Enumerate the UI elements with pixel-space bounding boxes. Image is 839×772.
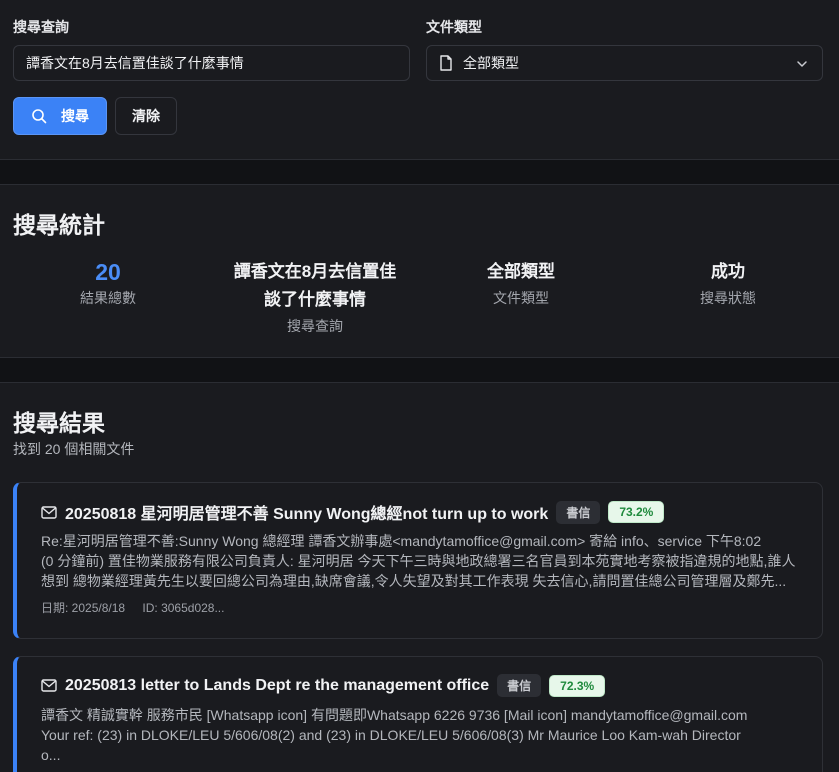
result-title[interactable]: 20250818 星河明居管理不善 Sunny Wong總經not turn u… <box>65 500 548 524</box>
stat-total-label: 結果總數 <box>80 290 136 306</box>
snippet-line: Re:星河明居管理不善:Sunny Wong 總經理 譚香文辦事處<mandyt… <box>41 533 762 549</box>
stat-total-value: 20 <box>95 259 121 285</box>
result-date: 日期: 2025/8/18 <box>41 601 126 615</box>
result-meta: 日期: 2025/8/18 ID: 3065d028... <box>41 599 224 616</box>
snippet-line: Your ref: (23) in DLOKE/LEU 5/606/08(2) … <box>41 727 741 743</box>
search-input-value: 譚香文在8月去信置佳談了什麼事情 <box>26 55 244 71</box>
search-panel: 搜尋查詢 譚香文在8月去信置佳談了什麼事情 文件類型 全部類型 搜尋 清除 <box>0 0 839 160</box>
search-button-label: 搜尋 <box>61 108 89 124</box>
stats-title: 搜尋統計 <box>13 212 105 238</box>
stat-query-value-line2: 談了什麼事情 <box>264 290 366 309</box>
stat-status-label: 搜尋狀態 <box>700 290 756 306</box>
stat-doc-type-value: 全部類型 <box>487 262 555 281</box>
type-label: 文件類型 <box>426 19 482 35</box>
type-select[interactable]: 全部類型 <box>426 45 823 81</box>
snippet-line: (0 分鐘前) 置佳物業服務有限公司負責人: 星河明居 今天下午三時與地政總署三… <box>41 553 796 569</box>
snippet-line: 想到 總物業經理黃先生以要回總公司為理由,缺席會議,令人失望及對其工作表現 失去… <box>41 573 787 589</box>
stat-total-results: 20 結果總數 <box>28 258 188 308</box>
search-icon <box>32 109 47 124</box>
result-card-header: 20250813 letter to Lands Dept re the man… <box>41 674 606 697</box>
result-card[interactable]: 20250813 letter to Lands Dept re the man… <box>13 656 823 772</box>
result-id: ID: 3065d028... <box>142 601 225 615</box>
stat-status-value: 成功 <box>711 262 745 281</box>
results-count: 找到 20 個相關文件 <box>13 441 135 457</box>
score-badge: 72.3% <box>549 674 606 697</box>
result-snippet: 譚香文 精誠實幹 服務市民 [Whatsapp icon] 有問題即Whatsa… <box>41 705 811 765</box>
document-icon <box>440 55 452 71</box>
clear-button-label: 清除 <box>132 108 160 124</box>
result-card[interactable]: 20250818 星河明居管理不善 Sunny Wong總經not turn u… <box>13 482 823 639</box>
stat-status: 成功 搜尋狀態 <box>648 258 808 308</box>
clear-button[interactable]: 清除 <box>115 97 177 135</box>
mail-icon <box>41 679 57 692</box>
stat-doc-type: 全部類型 文件類型 <box>441 258 601 308</box>
search-input[interactable]: 譚香文在8月去信置佳談了什麼事情 <box>13 45 410 81</box>
snippet-line: o... <box>41 747 61 763</box>
stat-query: 譚香文在8月去信置佳 談了什麼事情 搜尋查詢 <box>215 258 415 336</box>
type-select-value: 全部類型 <box>463 55 519 71</box>
mail-icon <box>41 505 57 519</box>
result-card-header: 20250818 星河明居管理不善 Sunny Wong總經not turn u… <box>41 500 665 524</box>
query-label: 搜尋查詢 <box>13 19 69 35</box>
search-button[interactable]: 搜尋 <box>13 97 107 135</box>
score-badge: 73.2% <box>608 501 665 523</box>
results-panel: 搜尋結果 找到 20 個相關文件 20250818 星河明居管理不善 Sunny… <box>0 382 839 772</box>
type-badge: 書信 <box>556 500 601 524</box>
stats-panel: 搜尋統計 20 結果總數 譚香文在8月去信置佳 談了什麼事情 搜尋查詢 全部類型… <box>0 184 839 358</box>
result-snippet: Re:星河明居管理不善:Sunny Wong 總經理 譚香文辦事處<mandyt… <box>41 531 811 591</box>
chevron-down-icon <box>797 61 807 67</box>
stat-query-label: 搜尋查詢 <box>287 318 343 334</box>
stat-doc-type-label: 文件類型 <box>493 290 549 306</box>
result-title[interactable]: 20250813 letter to Lands Dept re the man… <box>65 677 489 695</box>
results-title: 搜尋結果 <box>13 410 105 436</box>
snippet-line: 譚香文 精誠實幹 服務市民 [Whatsapp icon] 有問題即Whatsa… <box>41 707 748 723</box>
stat-query-value-line1: 譚香文在8月去信置佳 <box>233 262 397 281</box>
type-badge: 書信 <box>497 674 542 697</box>
